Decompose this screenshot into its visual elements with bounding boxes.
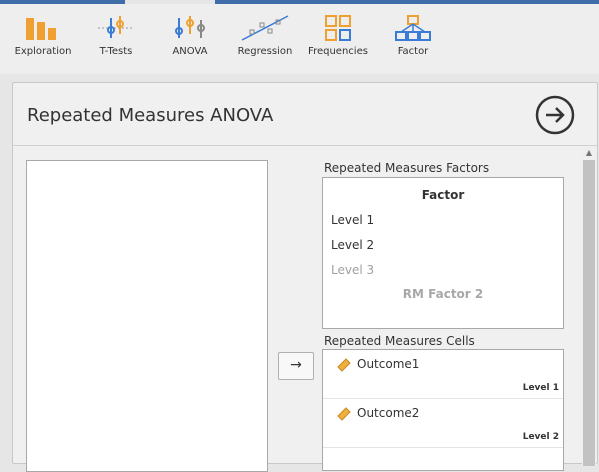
rm-cells-box[interactable]: Outcome1 Level 1 Outcome2 Level 2	[322, 349, 564, 471]
analysis-panel: Repeated Measures ANOVA Repeated Measure…	[12, 82, 598, 472]
rm-cell-variable: Outcome1	[357, 357, 420, 371]
title-divider	[13, 145, 597, 146]
scroll-up-icon[interactable]: ▲	[582, 148, 596, 158]
ribbon-item-label: T-Tests	[99, 46, 133, 57]
rm-cells-label: Repeated Measures Cells	[324, 334, 475, 348]
ribbon-item-label: Regression	[237, 46, 293, 57]
ribbon-item-factor[interactable]: Factor	[373, 14, 453, 70]
factor-name[interactable]: Factor	[323, 188, 563, 202]
variables-list[interactable]	[26, 160, 268, 472]
rm-factors-label: Repeated Measures Factors	[324, 161, 490, 175]
ribbon-item-label: Frequencies	[308, 46, 368, 57]
rm-cell-level: Level 2	[522, 432, 559, 442]
factor-level-placeholder[interactable]: Level 3	[331, 263, 374, 277]
t-tests-icon	[98, 16, 134, 38]
regression-icon	[241, 15, 289, 41]
panel-scrollbar[interactable]: ▲	[582, 146, 596, 466]
factor-icon	[395, 15, 431, 41]
ribbon-item-exploration[interactable]: Exploration	[3, 14, 83, 70]
rm-cell[interactable]: Outcome1 Level 1	[323, 350, 563, 399]
ribbon-item-regression[interactable]: Regression	[225, 14, 305, 70]
factor-placeholder[interactable]: RM Factor 2	[323, 287, 563, 301]
assign-button[interactable]: →	[278, 352, 314, 380]
ribbon-item-frequencies[interactable]: Frequencies	[298, 14, 378, 70]
ribbon-item-label: Exploration	[14, 46, 72, 57]
rm-factors-box[interactable]: Factor Level 1 Level 2 Level 3 RM Factor…	[322, 177, 564, 329]
analysis-ribbon: Exploration T-Tests ANOVA Regression Fre…	[0, 4, 599, 74]
rm-cell-level: Level 1	[522, 383, 559, 393]
rm-cell[interactable]: Outcome2 Level 2	[323, 399, 563, 448]
factor-level-1[interactable]: Level 1	[331, 213, 374, 227]
factor-level-2[interactable]: Level 2	[331, 238, 374, 252]
ribbon-item-label: Factor	[397, 46, 429, 57]
rm-cell-variable: Outcome2	[357, 406, 420, 420]
ribbon-item-anova[interactable]: ANOVA	[150, 14, 230, 70]
ribbon-item-label: ANOVA	[172, 46, 208, 57]
ribbon-item-t-tests[interactable]: T-Tests	[76, 14, 156, 70]
anova-icon	[175, 16, 205, 38]
exploration-icon	[26, 18, 56, 40]
arrow-circle-right-icon	[535, 95, 575, 135]
frequencies-icon	[325, 15, 351, 41]
ruler-icon	[337, 407, 351, 421]
run-analysis-button[interactable]	[535, 95, 575, 135]
scrollbar-thumb[interactable]	[583, 160, 595, 466]
panel-title: Repeated Measures ANOVA	[27, 105, 274, 126]
ruler-icon	[337, 358, 351, 372]
